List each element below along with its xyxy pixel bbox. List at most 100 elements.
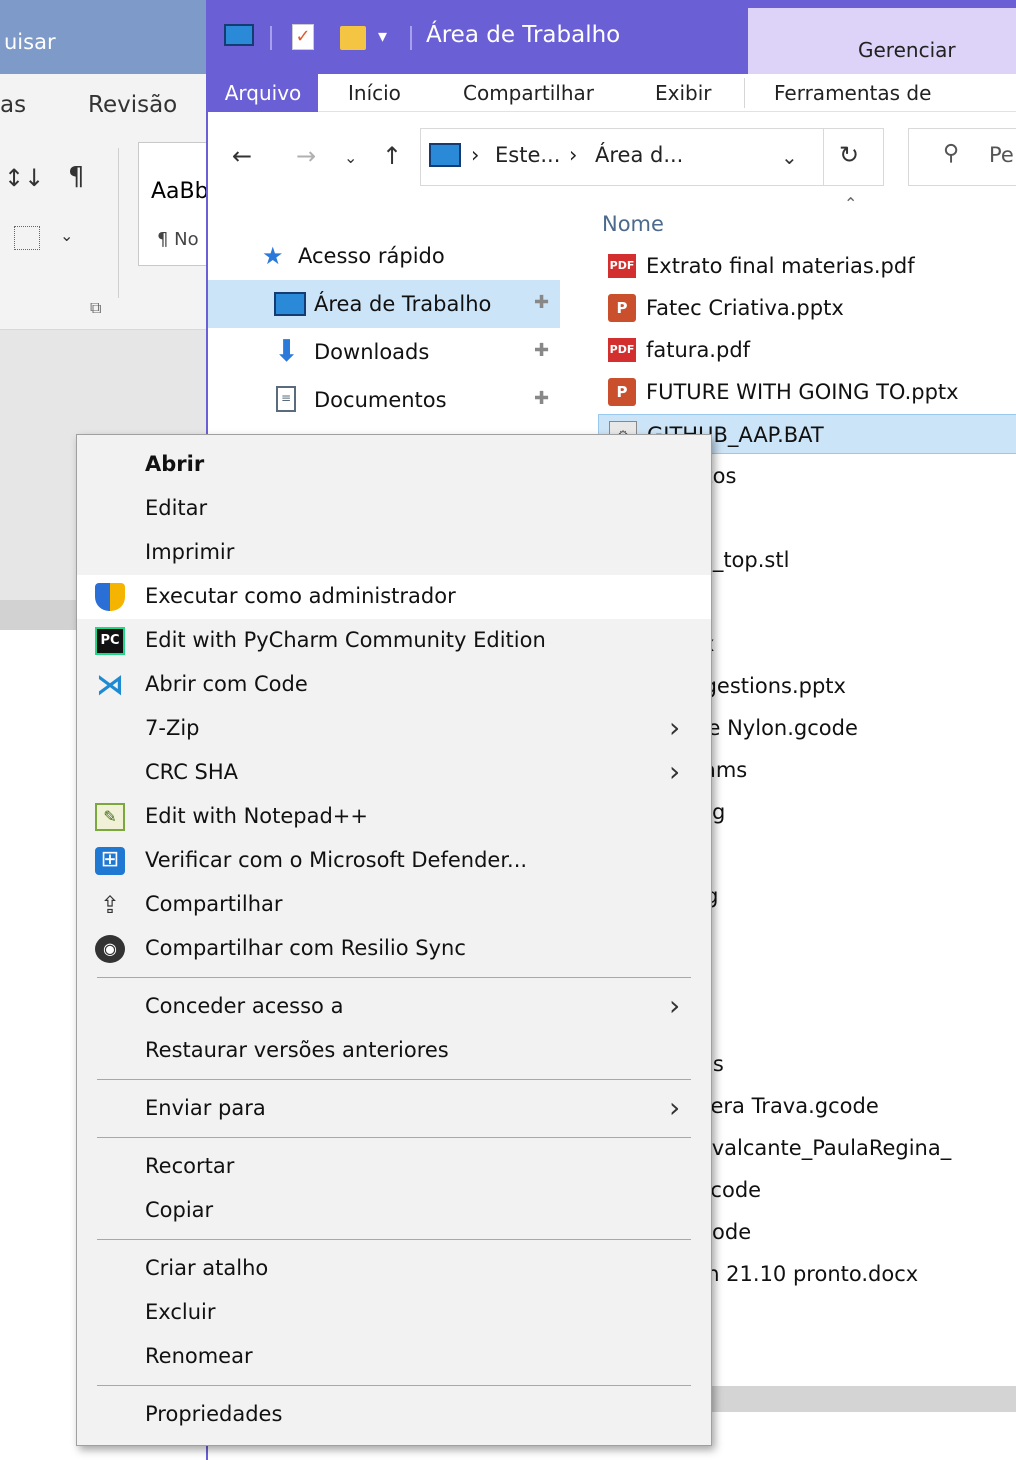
monitor-icon [224, 24, 254, 46]
style-gallery-item[interactable]: AaBb ¶ No [138, 142, 209, 266]
menu-item-restaurar-vers-es-anteriores[interactable]: Restaurar versões anteriores [77, 1029, 711, 1073]
menu-item-abrir[interactable]: Abrir [77, 443, 711, 487]
tab-home[interactable]: Início [348, 74, 401, 112]
desktop-icon [274, 292, 306, 316]
menu-separator [97, 1079, 691, 1080]
resilio-sync-icon: ◉ [95, 935, 125, 963]
pin-icon[interactable]: ✚ [534, 292, 549, 313]
word-search-box[interactable]: uisar [0, 0, 206, 74]
up-arrow-icon[interactable]: ↑ [382, 142, 402, 170]
menu-item-compartilhar[interactable]: ⇪ Compartilhar [77, 883, 711, 927]
document-icon: ≡ [276, 386, 296, 412]
chevron-right-icon: › [669, 711, 681, 744]
menu-item-recortar[interactable]: Recortar [77, 1145, 711, 1189]
menu-item-crc-sha[interactable]: CRC SHA › [77, 751, 711, 795]
pin-icon[interactable]: ✚ [534, 388, 549, 409]
menu-item-abrir-com-code[interactable]: ⋊ Abrir com Code [77, 663, 711, 707]
word-tab-partial[interactable]: as [0, 92, 26, 118]
breadcrumb-this-pc[interactable]: Este... [495, 143, 560, 167]
nav-quick-access[interactable]: ★ Acesso rápido [208, 232, 560, 280]
sort-ascending-icon: ⌃ [844, 194, 858, 213]
menu-item-verificar-com-o-microsoft-defender[interactable]: ⊞ Verificar com o Microsoft Defender... [77, 839, 711, 883]
address-dropdown-icon[interactable]: ⌄ [781, 145, 798, 169]
menu-item-excluir[interactable]: Excluir [77, 1291, 711, 1335]
menu-item-edit-with-notepad[interactable]: ✎ Edit with Notepad++ [77, 795, 711, 839]
sort-icon[interactable]: ↕↓ [4, 164, 44, 192]
customize-toolbar-icon[interactable]: ▾ [378, 26, 387, 47]
menu-item-label: Renomear [145, 1344, 253, 1368]
ribbon-tabs: Arquivo Início Compartilhar Exibir Ferra… [208, 74, 1016, 143]
back-arrow-icon[interactable]: ← [232, 142, 252, 170]
nav-item-documents[interactable]: ≡ Documentos ✚ [208, 376, 560, 424]
menu-item-compartilhar-com-resilio-sync[interactable]: ◉ Compartilhar com Resilio Sync [77, 927, 711, 971]
menu-separator [97, 1239, 691, 1240]
context-tab-label: Gerenciar [858, 38, 956, 62]
nav-item-label: Downloads [314, 340, 430, 364]
search-icon: ⚲ [943, 141, 960, 166]
menu-item-conceder-acesso-a[interactable]: Conceder acesso a › [77, 985, 711, 1029]
notepad-plus-plus-icon: ✎ [95, 803, 125, 831]
star-icon: ★ [262, 242, 284, 270]
menu-item-criar-atalho[interactable]: Criar atalho [77, 1247, 711, 1291]
breadcrumb-separator: › [569, 143, 578, 167]
horizontal-scrollbar[interactable] [706, 1386, 1016, 1412]
properties-check-icon[interactable]: ✓ [292, 24, 314, 50]
column-header-name[interactable]: Nome [602, 212, 664, 236]
menu-item-editar[interactable]: Editar [77, 487, 711, 531]
breadcrumb-separator: › [471, 143, 480, 167]
file-row[interactable]: P FUTURE WITH GOING TO.pptx [598, 372, 1016, 412]
nav-item-downloads[interactable]: ⬇ Downloads ✚ [208, 328, 560, 376]
menu-item-executar-como-administrador[interactable]: Executar como administrador [77, 575, 711, 619]
menu-item-propriedades[interactable]: Propriedades [77, 1393, 711, 1437]
file-row[interactable]: PDF Extrato final materias.pdf [598, 246, 1016, 286]
menu-item-label: Edit with PyCharm Community Edition [145, 628, 546, 652]
pptx-icon: P [608, 294, 636, 322]
menu-item-imprimir[interactable]: Imprimir [77, 531, 711, 575]
menu-item-label: 7-Zip [145, 716, 200, 740]
menu-item-edit-with-pycharm-community-edition[interactable]: PC Edit with PyCharm Community Edition [77, 619, 711, 663]
pycharm-icon: PC [95, 627, 125, 655]
tab-view[interactable]: Exibir [655, 74, 712, 112]
pptx-icon: P [608, 378, 636, 406]
tab-file[interactable]: Arquivo [208, 74, 318, 112]
recent-locations-icon[interactable]: ⌄ [344, 148, 357, 167]
file-row[interactable]: P Fatec Criativa.pptx [598, 288, 1016, 328]
title-separator [410, 26, 412, 50]
menu-item-label: Recortar [145, 1154, 235, 1178]
menu-item-label: Imprimir [145, 540, 235, 564]
address-divider [823, 129, 824, 185]
menu-item-label: Editar [145, 496, 208, 520]
file-row[interactable]: PDF fatura.pdf [598, 330, 1016, 370]
refresh-icon[interactable]: ↻ [839, 141, 859, 169]
uac-shield-icon [95, 583, 125, 611]
nav-item-desktop[interactable]: Área de Trabalho ✚ [208, 280, 560, 328]
search-input[interactable]: ⚲ Pe [908, 128, 1016, 186]
tab-app-tools[interactable]: Ferramentas de Aplicativo [774, 74, 1016, 143]
chevron-right-icon: › [669, 1091, 681, 1124]
nav-item-label: Área de Trabalho [314, 292, 492, 316]
forward-arrow-icon[interactable]: → [296, 142, 316, 170]
title-bar: ✓ ▾ Área de Trabalho Gerenciar [208, 0, 1016, 74]
pin-icon[interactable]: ✚ [534, 340, 549, 361]
new-folder-icon[interactable] [340, 26, 366, 50]
context-tab-header: Gerenciar [748, 8, 1016, 74]
menu-item-7-zip[interactable]: 7-Zip › [77, 707, 711, 751]
show-formatting-icon[interactable]: ¶ [68, 162, 85, 192]
word-tab-review[interactable]: Revisão [88, 92, 177, 118]
menu-item-renomear[interactable]: Renomear [77, 1335, 711, 1379]
context-menu: Abrir Editar Imprimir Executar como adminis… [76, 434, 712, 1446]
nav-item-label: Documentos [314, 388, 447, 412]
chevron-right-icon: › [669, 989, 681, 1022]
breadcrumb-desktop[interactable]: Área d... [595, 143, 683, 167]
word-ribbon-tabs: as Revisão [0, 74, 206, 134]
style-preview: AaBb [151, 179, 209, 204]
chevron-down-icon[interactable]: ⌄ [60, 226, 73, 245]
dialog-launcher-icon[interactable]: ⧉ [90, 298, 101, 318]
address-bar[interactable]: › Este... › Área d... ⌄ ↻ [420, 128, 884, 186]
menu-item-enviar-para[interactable]: Enviar para › [77, 1087, 711, 1131]
menu-item-label: Propriedades [145, 1402, 283, 1426]
borders-icon[interactable] [14, 226, 40, 250]
menu-item-copiar[interactable]: Copiar [77, 1189, 711, 1233]
style-name: ¶ No [157, 229, 199, 250]
tab-share[interactable]: Compartilhar [463, 74, 594, 112]
